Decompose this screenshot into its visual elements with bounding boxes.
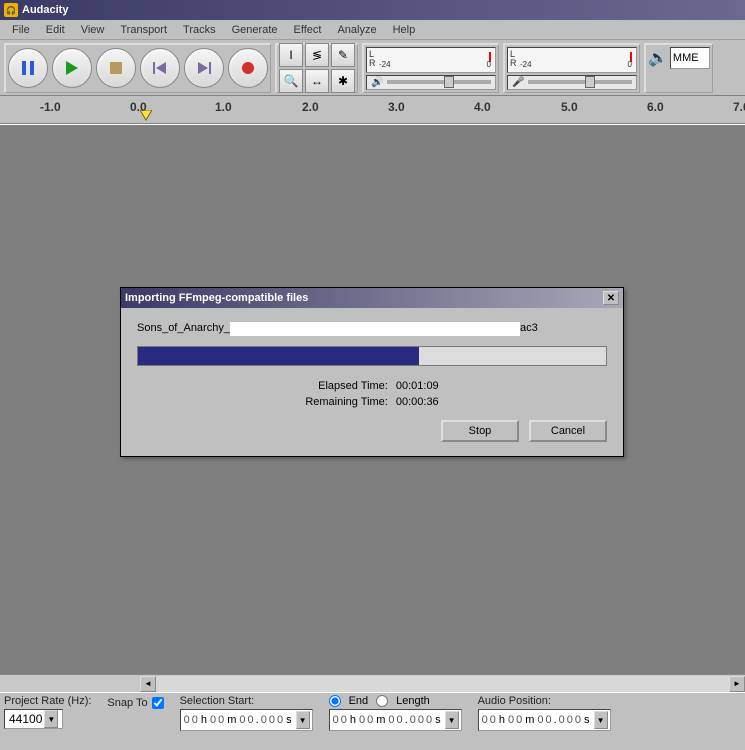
- project-rate-value: 44100: [9, 712, 42, 726]
- progress-fill: [138, 347, 419, 365]
- meter-tick: -24: [520, 60, 532, 69]
- menubar: File Edit View Transport Tracks Generate…: [0, 20, 745, 40]
- selection-start-label: Selection Start:: [180, 695, 313, 707]
- menu-view[interactable]: View: [73, 22, 113, 38]
- chevron-down-icon[interactable]: ▼: [296, 711, 310, 729]
- stop-button[interactable]: Stop: [441, 420, 519, 442]
- ruler-mark: -1.0: [40, 100, 61, 114]
- stop-button[interactable]: [96, 48, 136, 88]
- remaining-label: Remaining Time:: [305, 396, 388, 408]
- scroll-track[interactable]: [156, 676, 729, 692]
- playback-meter[interactable]: LR -240: [366, 47, 496, 74]
- skip-start-button[interactable]: [140, 48, 180, 88]
- audio-host-select[interactable]: MME: [670, 47, 710, 69]
- timeshift-tool-icon[interactable]: ↔: [305, 69, 329, 93]
- pause-button[interactable]: [8, 48, 48, 88]
- length-radio[interactable]: [376, 695, 388, 707]
- audio-position-label: Audio Position:: [478, 695, 611, 707]
- menu-help[interactable]: Help: [385, 22, 424, 38]
- ruler-mark: 5.0: [561, 100, 578, 114]
- meter-r-label: R: [510, 59, 517, 68]
- output-volume-slider[interactable]: 🔊: [366, 75, 496, 89]
- speaker-icon: 🔊: [371, 77, 383, 88]
- record-button[interactable]: [228, 48, 268, 88]
- menu-file[interactable]: File: [4, 22, 38, 38]
- multi-tool-icon[interactable]: ✱: [331, 69, 355, 93]
- app-icon: 🎧: [4, 3, 18, 17]
- microphone-icon: 🎤: [512, 77, 524, 88]
- ruler-mark: 4.0: [474, 100, 491, 114]
- snap-to-checkbox[interactable]: [152, 697, 164, 709]
- titlebar: 🎧 Audacity: [0, 0, 745, 20]
- project-rate-select[interactable]: 44100 ▼: [4, 709, 63, 729]
- record-meter[interactable]: LR -240: [507, 47, 637, 74]
- selection-end-field[interactable]: 00h 00m 00.000s ▼: [329, 709, 462, 731]
- meter-tick: 0: [628, 60, 632, 69]
- ruler-mark: 6.0: [647, 100, 664, 114]
- end-label: End: [349, 695, 369, 707]
- slider-thumb[interactable]: [444, 76, 454, 88]
- snap-to-label: Snap To: [107, 697, 147, 709]
- elapsed-value: 00:01:09: [396, 380, 439, 392]
- menu-tracks[interactable]: Tracks: [175, 22, 224, 38]
- ruler-mark: 3.0: [388, 100, 405, 114]
- import-filename: Sons_of_Anarchy_ ac3: [137, 322, 607, 336]
- input-volume-slider[interactable]: 🎤: [507, 75, 637, 89]
- selection-start-field[interactable]: 00h 00m 00.000s ▼: [180, 709, 313, 731]
- meter-r-label: R: [369, 59, 376, 68]
- ruler-mark: 7.0: [733, 100, 745, 114]
- filename-redacted: [230, 322, 520, 336]
- selection-toolbar: Project Rate (Hz): 44100 ▼ Snap To Selec…: [0, 692, 745, 733]
- audio-position-field[interactable]: 00h 00m 00.000s ▼: [478, 709, 611, 731]
- skip-end-button[interactable]: [184, 48, 224, 88]
- ruler-mark: 2.0: [302, 100, 319, 114]
- envelope-tool-icon[interactable]: ≶: [305, 43, 329, 67]
- zoom-tool-icon[interactable]: 🔍: [279, 69, 303, 93]
- toolbar: I ≶ ✎ 🔍 ↔ ✱ LR -240 🔊 LR: [0, 40, 745, 96]
- speaker-icon: 🔊: [648, 48, 668, 68]
- cancel-button[interactable]: Cancel: [529, 420, 607, 442]
- ruler-mark: 0.0: [130, 100, 147, 114]
- menu-edit[interactable]: Edit: [38, 22, 73, 38]
- chevron-down-icon[interactable]: ▼: [44, 710, 58, 728]
- selection-tool-icon[interactable]: I: [279, 43, 303, 67]
- slider-thumb[interactable]: [585, 76, 595, 88]
- meter-tick: -24: [379, 60, 391, 69]
- input-section: LR -240 🎤: [503, 43, 640, 93]
- dialog-titlebar: Importing FFmpeg-compatible files ✕: [121, 288, 623, 308]
- tools-toolbar: I ≶ ✎ 🔍 ↔ ✱: [275, 43, 358, 93]
- chevron-down-icon[interactable]: ▼: [445, 711, 459, 729]
- chevron-down-icon[interactable]: ▼: [594, 711, 608, 729]
- elapsed-label: Elapsed Time:: [305, 380, 388, 392]
- draw-tool-icon[interactable]: ✎: [331, 43, 355, 67]
- close-button[interactable]: ✕: [603, 291, 619, 305]
- output-section: LR -240 🔊: [362, 43, 499, 93]
- menu-analyze[interactable]: Analyze: [329, 22, 384, 38]
- length-label: Length: [396, 695, 430, 707]
- project-rate-label: Project Rate (Hz):: [4, 695, 91, 707]
- end-radio[interactable]: [329, 695, 341, 707]
- timeline-ruler[interactable]: -1.0 0.0 1.0 2.0 3.0 4.0 5.0 6.0 7.0: [0, 96, 745, 124]
- horizontal-scrollbar[interactable]: ◄ ►: [0, 674, 745, 692]
- app-window: 🎧 Audacity File Edit View Transport Trac…: [0, 0, 745, 750]
- scroll-left-button[interactable]: ◄: [140, 676, 156, 692]
- scroll-right-button[interactable]: ►: [729, 676, 745, 692]
- filename-suffix: ac3: [520, 322, 538, 336]
- remaining-value: 00:00:36: [396, 396, 439, 408]
- device-toolbar: 🔊 MME: [644, 43, 713, 93]
- menu-effect[interactable]: Effect: [286, 22, 330, 38]
- progress-bar: [137, 346, 607, 366]
- menu-generate[interactable]: Generate: [224, 22, 286, 38]
- meter-tick: 0: [487, 60, 491, 69]
- transport-toolbar: [4, 43, 271, 93]
- play-button[interactable]: [52, 48, 92, 88]
- import-progress-dialog: Importing FFmpeg-compatible files ✕ Sons…: [120, 287, 624, 457]
- app-title: Audacity: [22, 4, 68, 16]
- ruler-mark: 1.0: [215, 100, 232, 114]
- dialog-title: Importing FFmpeg-compatible files: [125, 292, 308, 304]
- menu-transport[interactable]: Transport: [112, 22, 175, 38]
- filename-prefix: Sons_of_Anarchy_: [137, 322, 230, 336]
